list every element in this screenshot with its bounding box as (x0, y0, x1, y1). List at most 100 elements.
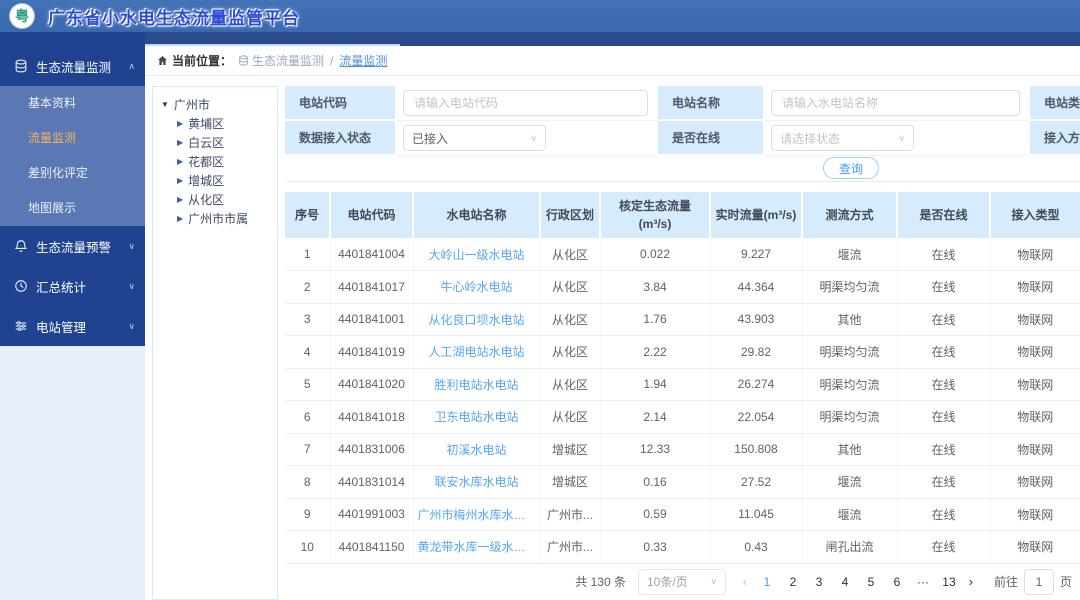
pager-page-4[interactable]: 4 (834, 575, 856, 589)
chevron-down-icon: ∨ (530, 132, 537, 143)
region-tree: ▼ 广州市 ▶ 黄埔区 ▶ 白云区 ▶ 花都区 ▶ 增城区 ▶ 从化区 ▶ 广州市市属 (152, 86, 278, 600)
cell-index: 7 (285, 433, 331, 466)
chevron-up-icon: ∧ (128, 60, 135, 71)
table-row: 6 4401841018 卫东电站水电站 从化区 2.14 22.054 明渠均匀流 在线 物联… (285, 400, 1080, 434)
sidebar-item[interactable]: 差别化评定 (0, 156, 145, 191)
cell-district: 从化区 (540, 270, 601, 304)
sidebar-submenu: 基本资料 流量监测 差别化评定 地图展示 (0, 86, 145, 226)
cell-index: 5 (285, 368, 331, 401)
cell-access-type: 物联网 (990, 433, 1080, 466)
pager-ellipsis[interactable]: ··· (912, 575, 934, 589)
next-page-button[interactable]: › (962, 574, 980, 589)
filter-form: 电站代码 电站名称 电站类型 数据接入状态 已接入 ∨ 是否在线 (285, 86, 1080, 156)
app-logo-icon: 粤 (10, 4, 34, 28)
cell-online-status: 在线 (897, 270, 991, 304)
sidebar-group-eco-flow-warning[interactable]: 生态流量预警 ∨ (0, 226, 145, 266)
cell-station-name[interactable]: 牛心岭水电站 (413, 270, 541, 304)
cell-access-type: 物联网 (990, 335, 1080, 369)
sidebar-group-station-management[interactable]: 电站管理 ∨ (0, 306, 145, 346)
chevron-down-icon: ∨ (710, 576, 717, 586)
home-icon (158, 56, 167, 65)
tree-node-label: 白云区 (188, 136, 225, 150)
cell-access-type: 物联网 (990, 498, 1080, 531)
station-name-input[interactable] (771, 90, 1020, 116)
cell-district: 从化区 (540, 238, 601, 271)
cell-station-name[interactable]: 黄龙带水库一级水电站 (413, 530, 541, 564)
table-row: 2 4401841017 牛心岭水电站 从化区 3.84 44.364 明渠均匀流 在线 物联网 (285, 270, 1080, 304)
access-mode-label: 接入方式 (1030, 121, 1080, 156)
tree-node[interactable]: ▶ 增城区 (161, 171, 277, 190)
tree-node[interactable]: ▶ 黄埔区 (161, 114, 277, 133)
cell-access-type: 物联网 (990, 465, 1080, 499)
tree-node[interactable]: ▶ 从化区 (161, 190, 277, 209)
goto-page-input[interactable] (1023, 568, 1054, 595)
tree-node[interactable]: ▶ 花都区 (161, 152, 277, 171)
breadcrumb-parent[interactable]: 生态流量监测 (238, 52, 324, 69)
cell-online-status: 在线 (897, 303, 991, 336)
sidebar-group-eco-flow-monitoring[interactable]: 生态流量监测 ∧ (0, 46, 145, 86)
page-size-select[interactable]: 10条/页 ∨ (637, 568, 726, 595)
data-access-status-select[interactable]: 已接入 ∨ (403, 125, 546, 151)
station-code-input[interactable] (403, 90, 648, 116)
caret-right-icon: ▶ (177, 214, 184, 223)
cell-realtime-flow: 27.52 (710, 465, 803, 499)
cell-access-type: 物联网 (990, 270, 1080, 304)
cell-realtime-flow: 29.82 (710, 335, 803, 369)
online-status-placeholder: 请选择状态 (780, 131, 841, 146)
cell-station-code: 4401831006 (330, 433, 414, 466)
tree-node-label: 增城区 (188, 174, 225, 188)
station-name-label: 电站名称 (658, 86, 763, 121)
cell-station-name[interactable]: 大岭山一级水电站 (413, 238, 541, 271)
pager-page-13[interactable]: 13 (938, 575, 960, 589)
cell-realtime-flow: 26.274 (710, 368, 803, 401)
cell-online-status: 在线 (897, 368, 991, 401)
pager-page-3[interactable]: 3 (808, 575, 830, 589)
pager-page-2[interactable]: 2 (782, 575, 804, 589)
table-row: 1 4401841004 大岭山一级水电站 从化区 0.022 9.227 堰流 在线 物联网 (285, 238, 1080, 271)
cell-station-name[interactable]: 联安水库水电站 (413, 465, 541, 499)
tree-node[interactable]: ▶ 广州市市属 (161, 209, 277, 228)
caret-down-icon: ▼ (161, 100, 169, 109)
tree-node[interactable]: ▶ 白云区 (161, 133, 277, 152)
cell-measure-method: 堰流 (802, 498, 898, 531)
station-type-label: 电站类型 (1030, 86, 1080, 121)
query-panel: 电站代码 电站名称 电站类型 数据接入状态 已接入 ∨ 是否在线 (285, 86, 1080, 600)
goto-label: 前往 (993, 575, 1018, 589)
cell-station-name[interactable]: 人工湖电站水电站 (413, 335, 541, 369)
query-button[interactable]: 查询 (823, 157, 880, 179)
table-row: 4 4401841019 人工湖电站水电站 从化区 2.22 29.82 明渠均匀流 在线 物联… (285, 335, 1080, 369)
tree-node-label: 黄埔区 (188, 117, 225, 131)
breadcrumb-current[interactable]: 流量监测 (339, 52, 387, 69)
tree-node-root[interactable]: ▼ 广州市 (161, 95, 277, 114)
cell-realtime-flow: 43.903 (710, 303, 803, 336)
online-status-select[interactable]: 请选择状态 ∨ (771, 125, 914, 151)
pager-page-6[interactable]: 6 (886, 575, 908, 589)
sidebar-item[interactable]: 基本资料 (0, 86, 145, 121)
prev-page-button[interactable]: ‹ (736, 574, 754, 589)
sidebar-item[interactable]: 流量监测 (0, 121, 145, 156)
cell-station-code: 4401841001 (330, 303, 414, 336)
sidebar-top-filler (0, 32, 145, 46)
cell-online-status: 在线 (897, 433, 991, 466)
table-row: 7 4401831006 初溪水电站 增城区 12.33 150.808 其他 在线 物联网 (285, 433, 1080, 466)
sidebar-group-label: 汇总统计 (36, 280, 87, 295)
cell-measure-method: 闸孔出流 (802, 530, 898, 564)
pager-page-5[interactable]: 5 (860, 575, 882, 589)
cell-station-name[interactable]: 初溪水电站 (413, 433, 541, 466)
cell-district: 从化区 (540, 303, 601, 336)
cell-station-name[interactable]: 胜利电站水电站 (413, 368, 541, 401)
cell-realtime-flow: 44.364 (710, 270, 803, 304)
cell-measure-method: 其他 (802, 303, 898, 336)
sidebar-item[interactable]: 地图展示 (0, 191, 145, 226)
pager-page-1[interactable]: 1 (756, 575, 778, 589)
cell-index: 6 (285, 400, 331, 434)
column-header: 是否在线 (897, 192, 991, 238)
cell-approved-eco-flow: 1.94 (600, 368, 711, 401)
cell-station-name[interactable]: 广州市梅州水库水电站 (413, 498, 541, 531)
column-header: 测流方式 (802, 192, 898, 238)
cell-online-status: 在线 (897, 530, 991, 564)
caret-right-icon: ▶ (177, 157, 184, 166)
cell-station-name[interactable]: 从化良口坝水电站 (413, 303, 541, 336)
sidebar-group-summary-statistics[interactable]: 汇总统计 ∨ (0, 266, 145, 306)
cell-station-name[interactable]: 卫东电站水电站 (413, 400, 541, 434)
